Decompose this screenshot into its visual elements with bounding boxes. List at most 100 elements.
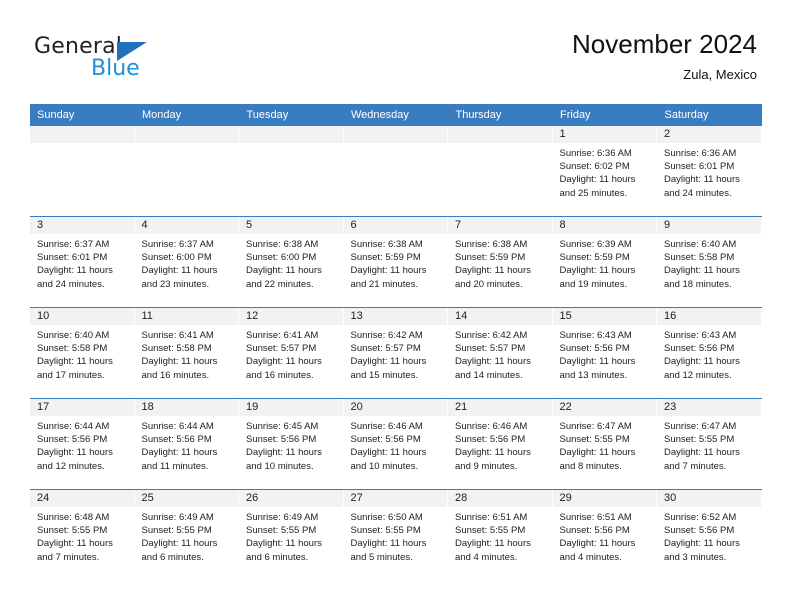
- sunrise-text: Sunrise: 6:43 AM: [559, 330, 632, 341]
- sunset-text: Sunset: 5:56 PM: [455, 434, 526, 446]
- day-number: 19: [239, 399, 344, 416]
- calendar-day-cell[interactable]: 22 Sunrise: 6:47 AM Sunset: 5:55 PM Dayligh…: [552, 398, 658, 490]
- weekday-header-sunday: Sunday: [30, 104, 135, 126]
- day-cell-details: Sunrise: 6:41 AM Sunset: 5:57 PM Daylight:…: [239, 325, 344, 382]
- daylight-text: Daylight: 11 hours and 10 minutes.: [350, 447, 427, 472]
- calendar-day-cell[interactable]: 11 Sunrise: 6:41 AM Sunset: 5:58 PM Dayligh…: [134, 307, 240, 399]
- sunset-text: Sunset: 5:59 PM: [455, 252, 526, 264]
- calendar-day-cell[interactable]: 17 Sunrise: 6:44 AM Sunset: 5:56 PM Dayligh…: [30, 398, 135, 490]
- calendar-day-cell[interactable]: 2 Sunrise: 6:36 AM Sunset: 6:01 PM Daylight…: [657, 125, 762, 217]
- sunset-text: Sunset: 5:56 PM: [559, 343, 630, 355]
- weekday-header-wednesday: Wednesday: [343, 104, 449, 126]
- sunrise-text: Sunrise: 6:46 AM: [455, 421, 528, 432]
- daylight-text: Daylight: 11 hours and 18 minutes.: [664, 265, 740, 290]
- calendar-day-cell[interactable]: 21 Sunrise: 6:46 AM Sunset: 5:56 PM Dayligh…: [448, 398, 553, 490]
- calendar-day-cell[interactable]: 1 Sunrise: 6:36 AM Sunset: 6:02 PM Daylight…: [552, 125, 657, 217]
- weekday-header-monday: Monday: [134, 104, 240, 126]
- day-number: 1: [552, 126, 657, 143]
- sunrise-text: Sunrise: 6:51 AM: [559, 512, 632, 523]
- day-number: [448, 126, 553, 143]
- general-blue-logo[interactable]: General Blue: [34, 34, 234, 86]
- calendar-day-cell[interactable]: 26 Sunrise: 6:49 AM Sunset: 5:55 PM Dayligh…: [239, 489, 344, 580]
- day-number: 24: [30, 490, 135, 507]
- day-cell-details: Sunrise: 6:47 AM Sunset: 5:55 PM Daylight:…: [553, 416, 658, 473]
- calendar-day-cell[interactable]: 9 Sunrise: 6:40 AM Sunset: 5:58 PM Daylight…: [657, 216, 762, 308]
- calendar-day-cell[interactable]: 7 Sunrise: 6:38 AM Sunset: 5:59 PM Daylight…: [448, 216, 553, 308]
- day-number: [30, 126, 135, 143]
- calendar-day-cell[interactable]: 23 Sunrise: 6:47 AM Sunset: 5:55 PM Dayligh…: [657, 398, 762, 490]
- sunset-text: Sunset: 5:56 PM: [664, 343, 735, 355]
- daylight-text: Daylight: 11 hours and 24 minutes.: [664, 174, 740, 199]
- sunset-text: Sunset: 5:56 PM: [559, 525, 630, 537]
- day-cell-inner: 12 Sunrise: 6:41 AM Sunset: 5:57 PM Dayligh…: [239, 308, 344, 398]
- sunset-text: Sunset: 5:58 PM: [141, 343, 212, 355]
- sunset-text: Sunset: 5:57 PM: [246, 343, 317, 355]
- calendar-page: General Blue November 2024 Zula, Mexico …: [0, 0, 792, 612]
- sunrise-text: Sunrise: 6:41 AM: [246, 330, 319, 341]
- calendar-week-row: 24 Sunrise: 6:48 AM Sunset: 5:55 PM Dayligh…: [30, 489, 762, 580]
- calendar-day-cell[interactable]: 14 Sunrise: 6:42 AM Sunset: 5:57 PM Dayligh…: [448, 307, 553, 399]
- daylight-text: Daylight: 11 hours and 6 minutes.: [246, 538, 322, 563]
- day-cell-details: Sunrise: 6:52 AM Sunset: 5:56 PM Daylight:…: [657, 507, 762, 564]
- calendar-day-cell-empty: [30, 125, 135, 217]
- sunrise-text: Sunrise: 6:45 AM: [246, 421, 319, 432]
- day-cell-details: Sunrise: 6:43 AM Sunset: 5:56 PM Daylight:…: [657, 325, 762, 382]
- day-cell-details: Sunrise: 6:41 AM Sunset: 5:58 PM Daylight:…: [135, 325, 240, 382]
- day-cell-inner: 7 Sunrise: 6:38 AM Sunset: 5:59 PM Daylight…: [448, 217, 553, 307]
- calendar-week-row: 10 Sunrise: 6:40 AM Sunset: 5:58 PM Dayligh…: [30, 307, 762, 399]
- sunrise-text: Sunrise: 6:37 AM: [37, 239, 110, 250]
- sunrise-text: Sunrise: 6:51 AM: [455, 512, 528, 523]
- day-cell-details: Sunrise: 6:42 AM Sunset: 5:57 PM Daylight:…: [344, 325, 449, 382]
- calendar-day-cell[interactable]: 29 Sunrise: 6:51 AM Sunset: 5:56 PM Dayligh…: [552, 489, 657, 580]
- calendar-day-cell-empty: [343, 125, 448, 217]
- sunset-text: Sunset: 5:57 PM: [350, 343, 421, 355]
- calendar-day-cell[interactable]: 28 Sunrise: 6:51 AM Sunset: 5:55 PM Dayligh…: [448, 489, 553, 580]
- weekday-header-thursday: Thursday: [448, 104, 553, 126]
- sunset-text: Sunset: 5:55 PM: [246, 525, 317, 537]
- calendar-day-cell[interactable]: 3 Sunrise: 6:37 AM Sunset: 6:01 PM Daylight…: [30, 216, 135, 308]
- day-cell-inner: 14 Sunrise: 6:42 AM Sunset: 5:57 PM Dayligh…: [448, 308, 553, 398]
- calendar-day-cell[interactable]: 15 Sunrise: 6:43 AM Sunset: 5:56 PM Dayligh…: [552, 307, 657, 399]
- calendar-day-cell[interactable]: 27 Sunrise: 6:50 AM Sunset: 5:55 PM Dayligh…: [343, 489, 448, 580]
- calendar-day-cell[interactable]: 25 Sunrise: 6:49 AM Sunset: 5:55 PM Dayligh…: [134, 489, 239, 580]
- sunset-text: Sunset: 5:56 PM: [37, 434, 108, 446]
- day-number: 2: [657, 126, 762, 143]
- page-title: November 2024: [572, 29, 757, 59]
- day-cell-details: Sunrise: 6:44 AM Sunset: 5:56 PM Daylight:…: [30, 416, 135, 473]
- calendar-day-cell[interactable]: 30 Sunrise: 6:52 AM Sunset: 5:56 PM Dayligh…: [657, 489, 762, 580]
- day-cell-details: Sunrise: 6:38 AM Sunset: 5:59 PM Daylight:…: [344, 234, 449, 291]
- day-number: [134, 126, 239, 143]
- calendar-day-cell[interactable]: 24 Sunrise: 6:48 AM Sunset: 5:55 PM Dayligh…: [30, 489, 135, 580]
- logo-text-blue: Blue: [91, 56, 140, 81]
- day-cell-inner: 22 Sunrise: 6:47 AM Sunset: 5:55 PM Dayligh…: [552, 399, 658, 489]
- calendar-day-cell[interactable]: 12 Sunrise: 6:41 AM Sunset: 5:57 PM Dayligh…: [239, 307, 344, 399]
- sunrise-text: Sunrise: 6:44 AM: [37, 421, 110, 432]
- calendar-day-cell[interactable]: 20 Sunrise: 6:46 AM Sunset: 5:56 PM Dayligh…: [343, 398, 448, 490]
- calendar-day-cell[interactable]: 13 Sunrise: 6:42 AM Sunset: 5:57 PM Dayligh…: [343, 307, 449, 399]
- day-cell-inner: [448, 126, 553, 216]
- day-cell-inner: 8 Sunrise: 6:39 AM Sunset: 5:59 PM Daylight…: [552, 217, 657, 307]
- calendar-week-row: 1 Sunrise: 6:36 AM Sunset: 6:02 PM Daylight…: [30, 125, 762, 217]
- calendar-day-cell[interactable]: 6 Sunrise: 6:38 AM Sunset: 5:59 PM Daylight…: [343, 216, 449, 308]
- daylight-text: Daylight: 11 hours and 12 minutes.: [37, 447, 113, 472]
- daylight-text: Daylight: 11 hours and 23 minutes.: [141, 265, 218, 290]
- day-number: 26: [239, 490, 344, 507]
- calendar-day-cell[interactable]: 16 Sunrise: 6:43 AM Sunset: 5:56 PM Dayligh…: [657, 307, 762, 399]
- day-cell-inner: 25 Sunrise: 6:49 AM Sunset: 5:55 PM Dayligh…: [134, 490, 239, 580]
- sunrise-text: Sunrise: 6:37 AM: [141, 239, 214, 250]
- calendar-day-cell[interactable]: 10 Sunrise: 6:40 AM Sunset: 5:58 PM Dayligh…: [30, 307, 135, 399]
- sunset-text: Sunset: 5:59 PM: [559, 252, 630, 264]
- calendar-day-cell[interactable]: 18 Sunrise: 6:44 AM Sunset: 5:56 PM Dayligh…: [134, 398, 239, 490]
- day-cell-inner: 15 Sunrise: 6:43 AM Sunset: 5:56 PM Dayligh…: [552, 308, 657, 398]
- day-cell-details: Sunrise: 6:37 AM Sunset: 6:01 PM Daylight:…: [30, 234, 135, 291]
- day-number: 20: [343, 399, 448, 416]
- calendar-day-cell[interactable]: 8 Sunrise: 6:39 AM Sunset: 5:59 PM Daylight…: [552, 216, 657, 308]
- day-cell-inner: 13 Sunrise: 6:42 AM Sunset: 5:57 PM Dayligh…: [343, 308, 449, 398]
- day-cell-inner: 21 Sunrise: 6:46 AM Sunset: 5:56 PM Dayligh…: [448, 399, 553, 489]
- daylight-text: Daylight: 11 hours and 14 minutes.: [455, 356, 531, 381]
- calendar-day-cell[interactable]: 19 Sunrise: 6:45 AM Sunset: 5:56 PM Dayligh…: [239, 398, 344, 490]
- calendar-day-cell[interactable]: 5 Sunrise: 6:38 AM Sunset: 6:00 PM Daylight…: [239, 216, 344, 308]
- weekday-header-tuesday: Tuesday: [239, 104, 344, 126]
- sunset-text: Sunset: 5:58 PM: [37, 343, 108, 355]
- calendar-day-cell[interactable]: 4 Sunrise: 6:37 AM Sunset: 6:00 PM Daylight…: [134, 216, 239, 308]
